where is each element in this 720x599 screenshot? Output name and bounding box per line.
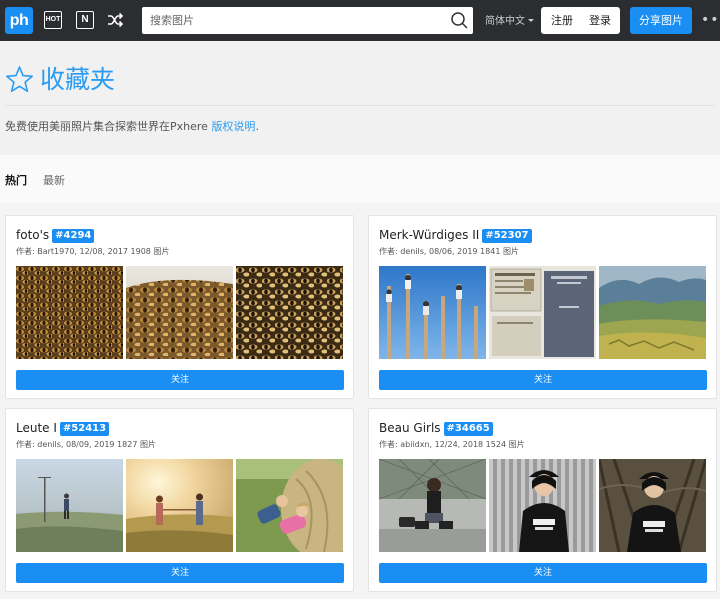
tab-hot[interactable]: 热门 xyxy=(5,172,27,188)
pxhere-logo[interactable]: ph xyxy=(5,7,33,34)
shuffle-icon[interactable] xyxy=(106,11,124,29)
bees-swarm-photo[interactable] xyxy=(16,266,123,359)
sunset-couple-field-photo[interactable] xyxy=(126,459,233,552)
pole-climbers-photo[interactable] xyxy=(379,266,486,359)
search-box xyxy=(142,7,473,34)
sort-tabs: 热门 最新 xyxy=(0,155,720,203)
collection-meta: 作者: Bart1970, 12/08, 2017 1908 图片 xyxy=(16,247,170,256)
page-header: 收藏夹 免费使用美丽照片集合探索世界在Pxhere 版权说明. xyxy=(0,41,720,155)
girl-beanie-woods-photo[interactable] xyxy=(599,459,706,552)
postcards-photo[interactable] xyxy=(489,266,596,359)
collections-grid: foto's #4294 作者: Bart1970, 12/08, 2017 19… xyxy=(0,203,720,599)
register-button[interactable]: 注册 xyxy=(551,7,573,34)
collection-thumbnails xyxy=(379,266,707,359)
children-hay-bale-photo[interactable] xyxy=(236,459,343,552)
collection-card[interactable]: foto's #4294 作者: Bart1970, 12/08, 2017 19… xyxy=(5,215,354,399)
follow-button[interactable]: 关注 xyxy=(16,370,344,390)
hot-icon[interactable]: HOT xyxy=(44,11,62,29)
language-selector[interactable]: 简体中文 xyxy=(485,12,534,27)
search-icon[interactable] xyxy=(450,11,469,30)
collection-title[interactable]: Beau Girls xyxy=(379,421,441,435)
description-text: 免费使用美丽照片集合探索世界在Pxhere xyxy=(5,120,212,133)
collection-id-badge: #4294 xyxy=(52,229,95,243)
star-icon xyxy=(6,66,33,92)
bees-comb-photo[interactable] xyxy=(126,266,233,359)
page-description: 免费使用美丽照片集合探索世界在Pxhere 版权说明. xyxy=(5,118,259,134)
language-label: 简体中文 xyxy=(485,16,525,27)
collection-thumbnails xyxy=(16,459,344,552)
collection-card[interactable]: Merk-Würdiges II #52307 作者: denils, 08/06… xyxy=(368,215,717,399)
auth-box: 注册 登录 xyxy=(541,7,620,34)
collection-id-badge: #52413 xyxy=(59,422,110,436)
share-photos-button[interactable]: 分享图片 xyxy=(630,7,692,34)
girl-sitting-street-photo[interactable] xyxy=(379,459,486,552)
login-button[interactable]: 登录 xyxy=(589,7,611,34)
collection-title[interactable]: foto's xyxy=(16,228,49,242)
description-end: . xyxy=(255,120,259,133)
collection-title[interactable]: Leute I xyxy=(16,421,57,435)
new-icon[interactable]: N xyxy=(76,11,94,29)
follow-button[interactable]: 关注 xyxy=(379,563,707,583)
collection-meta: 作者: denils, 08/06, 2019 1841 图片 xyxy=(379,247,519,256)
collection-title-row: Leute I #52413 xyxy=(16,421,110,436)
copyright-link[interactable]: 版权说明 xyxy=(211,120,255,133)
collection-id-badge: #52307 xyxy=(482,229,532,243)
collection-title-row: Merk-Würdiges II #52307 xyxy=(379,228,532,243)
girl-beanie-wall-photo[interactable] xyxy=(489,459,596,552)
collection-title-row: foto's #4294 xyxy=(16,228,95,243)
collection-meta: 作者: abiidxn, 12/24, 2018 1524 图片 xyxy=(379,440,525,449)
collection-card[interactable]: Beau Girls #34665 作者: abiidxn, 12/24, 201… xyxy=(368,408,717,592)
bees-closeup-photo[interactable] xyxy=(236,266,343,359)
collection-thumbnails xyxy=(16,266,344,359)
caret-down-icon xyxy=(528,19,534,22)
collection-thumbnails xyxy=(379,459,707,552)
collection-title[interactable]: Merk-Würdiges II xyxy=(379,228,479,242)
follow-button[interactable]: 关注 xyxy=(16,563,344,583)
landscape-painting-photo[interactable] xyxy=(599,266,706,359)
page-title: 收藏夹 xyxy=(40,65,116,94)
collection-title-row: Beau Girls #34665 xyxy=(379,421,493,436)
header-divider xyxy=(5,105,715,106)
collection-meta: 作者: denils, 08/09, 2019 1827 图片 xyxy=(16,440,156,449)
top-navigation-bar: ph HOT N 简体中文 注册 登录 分享图片 ••• xyxy=(0,0,720,41)
tab-latest[interactable]: 最新 xyxy=(43,172,65,188)
collection-card[interactable]: Leute I #52413 作者: denils, 08/09, 2019 18… xyxy=(5,408,354,592)
follow-button[interactable]: 关注 xyxy=(379,370,707,390)
collection-id-badge: #34665 xyxy=(443,422,493,436)
misty-field-walker-photo[interactable] xyxy=(16,459,123,552)
search-input[interactable] xyxy=(142,7,442,34)
more-menu-icon[interactable]: ••• xyxy=(701,13,720,27)
